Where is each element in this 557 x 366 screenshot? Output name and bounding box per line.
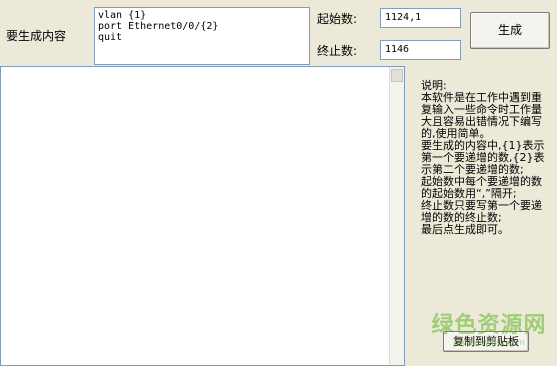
template-label: 要生成内容 <box>6 29 67 43</box>
output-scrollbar[interactable] <box>389 67 404 365</box>
end-label: 终止数: <box>317 44 358 58</box>
generate-button[interactable]: 生成 <box>470 12 550 49</box>
template-line-3: quit <box>98 32 123 43</box>
output-textarea[interactable] <box>0 66 405 366</box>
instructions-line-2: 要生成的内容中,{1}表示第一个要递增的数,{2}表示第二个要递增的数; <box>421 139 545 176</box>
instructions-line-4: 终止数只要写第一个要递增的数的终止数; <box>421 199 542 224</box>
instructions-line-1: 本软件是在工作中遇到重复输入一些命令时工作量大且容易出错情况下编写的,使用简单。 <box>421 91 542 140</box>
copy-to-clipboard-button[interactable]: 复制到剪贴板 <box>443 331 529 352</box>
scrollbar-thumb[interactable] <box>391 69 403 82</box>
end-input[interactable]: 1146 <box>380 40 461 60</box>
template-line-2: port Ethernet0/0/{2} <box>98 21 219 32</box>
app-window: 要生成内容 vlan {1} port Ethernet0/0/{2} quit 起… <box>0 0 557 366</box>
start-value: 1124,1 <box>385 12 422 23</box>
template-line-1: vlan {1} <box>98 10 147 21</box>
template-textarea[interactable]: vlan {1} port Ethernet0/0/{2} quit <box>94 7 310 65</box>
start-label: 起始数: <box>317 12 358 26</box>
instructions-line-3: 起始数中每个要递增的数的起始数用“,”隔开; <box>421 175 542 200</box>
copy-button-label: 复制到剪贴板 <box>453 335 519 348</box>
generate-button-label: 生成 <box>497 23 522 37</box>
instructions-line-5: 最后点生成即可。 <box>421 223 509 236</box>
end-value: 1146 <box>385 44 410 55</box>
instructions-panel: 说明: 本软件是在工作中遇到重复输入一些命令时工作量大且容易出错情况下编写的,使… <box>421 80 551 236</box>
start-input[interactable]: 1124,1 <box>380 8 461 28</box>
